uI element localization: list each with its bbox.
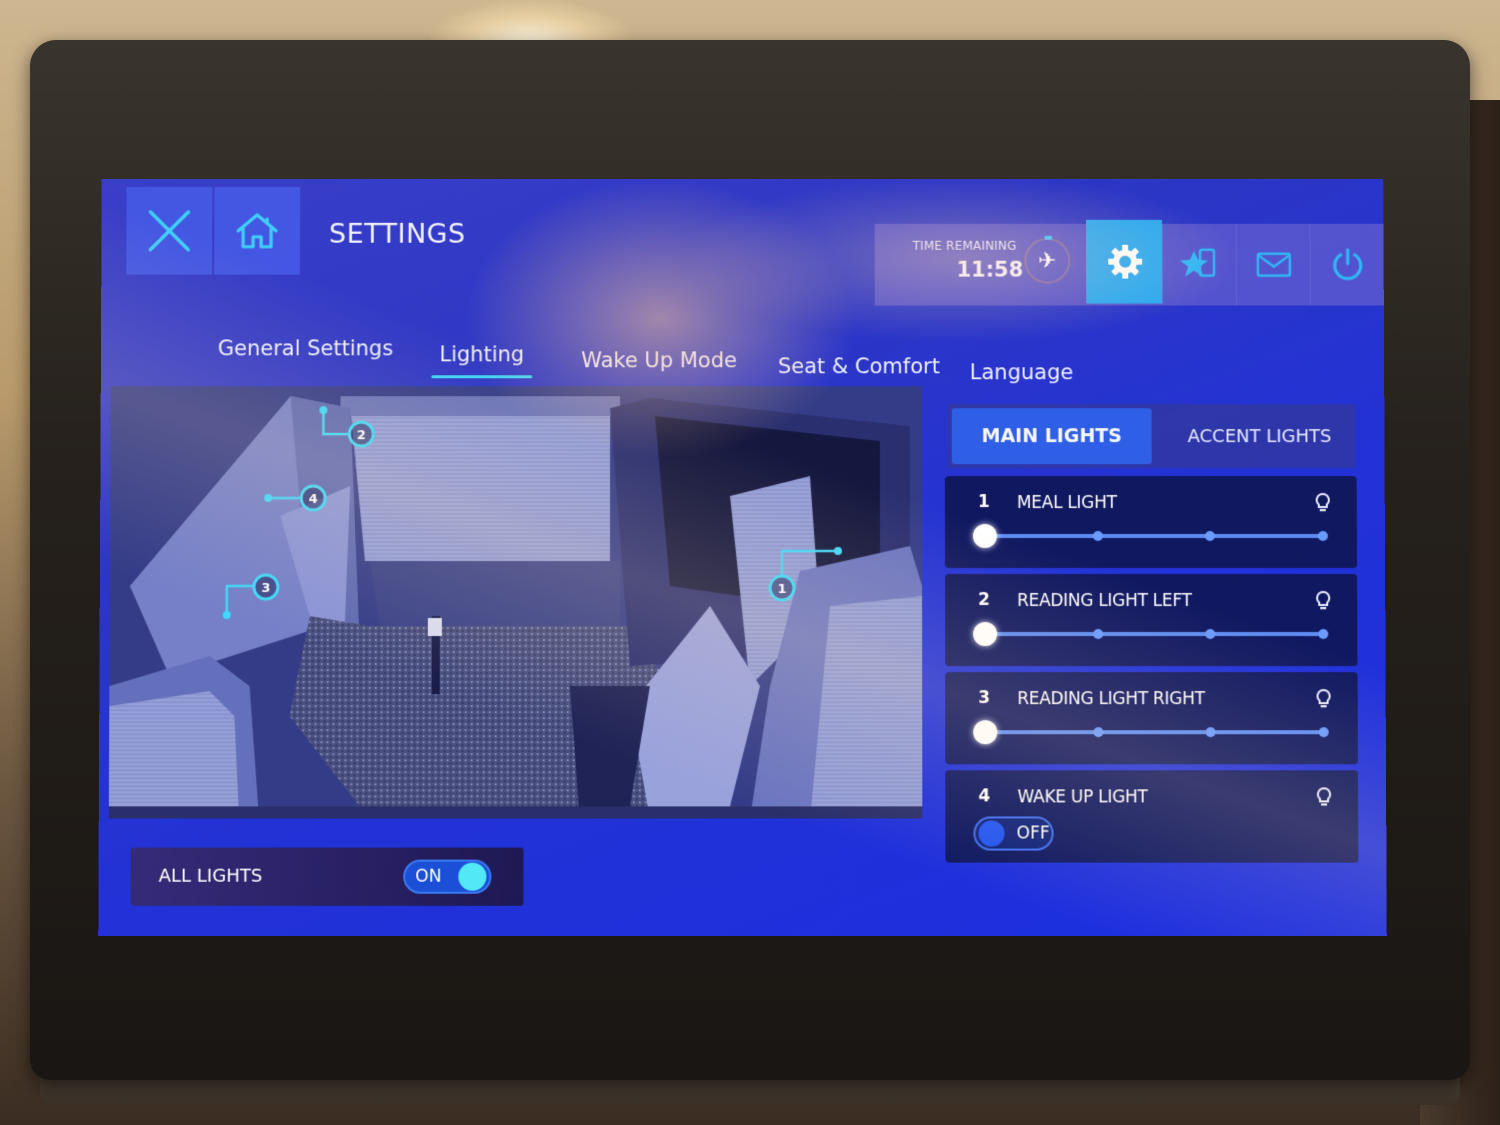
- settings-button[interactable]: [1086, 219, 1163, 304]
- light-name: WAKE UP LIGHT: [1017, 787, 1148, 808]
- slider-thumb[interactable]: [972, 524, 997, 549]
- slider-stop[interactable]: [1205, 531, 1216, 542]
- close-x-icon: [148, 210, 191, 253]
- light-control-reading-right: 3 READING LIGHT RIGHT: [945, 672, 1358, 765]
- tab-lighting[interactable]: Lighting: [439, 342, 524, 366]
- mail-icon: [1255, 252, 1291, 278]
- tab-accent-lights[interactable]: ACCENT LIGHTS: [1188, 426, 1332, 447]
- lightbulb-icon: [1316, 493, 1331, 512]
- tab-seat-comfort[interactable]: Seat & Comfort: [778, 354, 940, 378]
- slider-stop[interactable]: [1318, 727, 1329, 738]
- light-control-wake-up: 4 WAKE UP LIGHT OFF: [945, 770, 1359, 863]
- light-control-reading-left: 2 READING LIGHT LEFT: [945, 573, 1358, 667]
- light-marker-3-label: 3: [261, 581, 270, 596]
- light-number: 1: [977, 492, 990, 513]
- slider-stop[interactable]: [1092, 531, 1103, 542]
- slider-track: [984, 534, 1323, 539]
- light-name: READING LIGHT LEFT: [1017, 591, 1192, 612]
- slider-stop[interactable]: [1205, 727, 1216, 738]
- top-toolbar: TIME REMAINING 11:58 ✈: [874, 219, 1384, 306]
- flight-progress-ring: ✈: [1024, 235, 1071, 284]
- light-marker-1-label: 1: [777, 582, 786, 597]
- light-marker-4-label: 4: [309, 492, 318, 507]
- seat-lighting-diagram: 2 4 3 1: [108, 386, 923, 819]
- lightbulb-icon: [1315, 590, 1330, 609]
- slider-thumb[interactable]: [973, 622, 998, 647]
- power-button[interactable]: [1309, 223, 1384, 306]
- all-lights-control: ALL LIGHTS ON: [130, 847, 524, 906]
- home-icon: [237, 213, 279, 249]
- time-remaining: TIME REMAINING 11:58 ✈: [875, 224, 1087, 306]
- tab-main-lights[interactable]: MAIN LIGHTS: [951, 408, 1152, 465]
- light-control-meal: 1 MEAL LIGHT: [944, 476, 1358, 568]
- time-remaining-label: TIME REMAINING: [912, 238, 1017, 253]
- power-icon: [1330, 247, 1364, 283]
- home-button[interactable]: [214, 187, 301, 275]
- slider-stop[interactable]: [1092, 629, 1103, 640]
- close-button[interactable]: [126, 187, 213, 275]
- light-marker-2-label: 2: [357, 428, 366, 443]
- star-device-icon: [1179, 247, 1220, 283]
- airplane-icon: ✈: [1038, 248, 1057, 274]
- time-remaining-value: 11:58: [956, 257, 1024, 282]
- all-lights-label: ALL LIGHTS: [158, 865, 263, 887]
- flight-progress-dot: [1044, 235, 1053, 240]
- slider-stop[interactable]: [1205, 629, 1216, 640]
- reading-light-right-slider[interactable]: [973, 720, 1329, 745]
- light-name: MEAL LIGHT: [1016, 493, 1117, 514]
- light-number: 4: [978, 786, 991, 807]
- slider-stop[interactable]: [1317, 531, 1328, 542]
- toggle-knob: [458, 862, 487, 891]
- light-number: 2: [978, 590, 990, 611]
- toggle-state: ON: [415, 866, 442, 887]
- favorites-button[interactable]: [1161, 223, 1237, 306]
- slider-track: [985, 632, 1324, 637]
- lightbulb-icon: [1316, 786, 1332, 806]
- meal-light-slider[interactable]: [972, 524, 1328, 549]
- light-number: 3: [978, 688, 991, 709]
- slider-stop[interactable]: [1093, 727, 1104, 738]
- slider-thumb[interactable]: [973, 720, 998, 745]
- lightbulb-icon: [1316, 688, 1332, 708]
- all-lights-toggle[interactable]: ON: [403, 859, 492, 894]
- reading-light-left-slider[interactable]: [973, 622, 1329, 647]
- light-name: READING LIGHT RIGHT: [1017, 689, 1205, 710]
- toggle-state: OFF: [1016, 823, 1050, 844]
- messages-button[interactable]: [1235, 223, 1310, 306]
- page-title: SETTINGS: [328, 218, 466, 250]
- slider-track: [985, 730, 1324, 735]
- gear-icon: [1107, 244, 1142, 279]
- seat-photo: 2 4 3 1: [108, 386, 923, 819]
- wake-up-light-toggle[interactable]: OFF: [973, 816, 1054, 851]
- tab-general-settings[interactable]: General Settings: [218, 336, 393, 360]
- light-category-tabs: MAIN LIGHTS ACCENT LIGHTS: [947, 404, 1356, 469]
- toggle-knob: [978, 820, 1005, 847]
- tab-language[interactable]: Language: [970, 360, 1074, 384]
- tab-wake-up-mode[interactable]: Wake Up Mode: [581, 348, 737, 372]
- slider-stop[interactable]: [1318, 629, 1329, 640]
- ife-screen: SETTINGS TIME REMAINING 11:58 ✈ General …: [98, 179, 1387, 936]
- settings-tabs: General Settings Lighting Wake Up Mode S…: [196, 328, 1095, 384]
